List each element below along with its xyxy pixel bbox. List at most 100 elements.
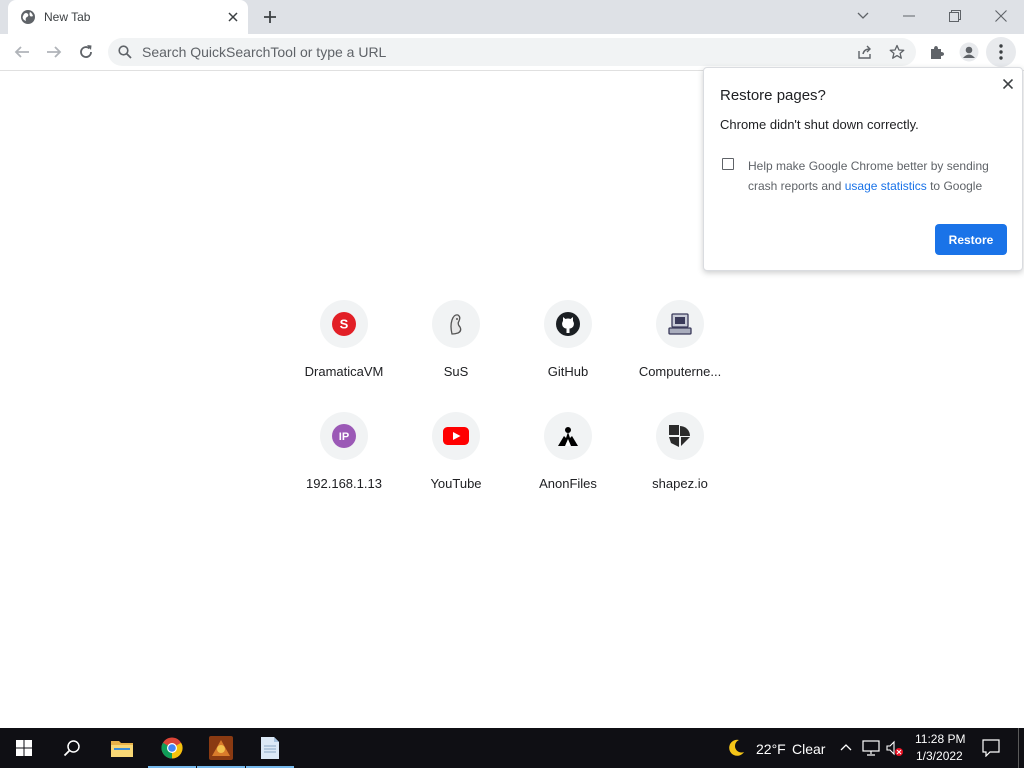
tab-new-tab[interactable]: New Tab [8,0,248,34]
close-icon [1003,79,1013,89]
github-icon [556,312,580,336]
shortcut-label: YouTube [430,476,482,491]
person-icon [959,42,979,62]
ip-letter-icon: IP [332,424,356,448]
close-window-button[interactable] [985,2,1017,30]
restore-button[interactable]: Restore [935,224,1007,255]
plus-icon [264,11,276,23]
crash-reports-text-end: to Google [926,179,983,193]
clock-date[interactable]: 1/3/2022 [916,749,963,763]
taskbar: 22°F Clear 11:28 PM 1/3/2022 [0,728,1024,768]
shortcut-anonfiles[interactable]: AnonFiles [512,412,624,512]
shortcut-youtube[interactable]: YouTube [400,412,512,512]
new-tab-button[interactable] [258,6,282,28]
taskbar-notepad[interactable] [246,728,294,768]
kebab-menu-icon [999,44,1003,60]
shortcut-shapez[interactable]: shapez.io [624,412,736,512]
youtube-icon [443,427,469,445]
restore-window-button[interactable] [939,2,971,30]
shortcut-label: AnonFiles [539,476,597,491]
restore-window-icon [949,10,961,22]
arrow-right-icon [47,46,62,58]
file-explorer-icon [111,741,133,757]
shortcut-label: Computerne... [638,364,722,379]
computer-icon [668,313,692,335]
restore-pages-dialog: Restore pages? Chrome didn't shut down c… [703,67,1023,271]
start-button[interactable] [0,728,48,768]
moon-icon [729,739,744,756]
shortcut-icon-container [656,300,704,348]
shortcut-icon-container [656,412,704,460]
shortcut-icon-container [432,300,480,348]
shortcut-label: SuS [443,364,469,379]
arrow-left-icon [14,46,29,58]
chrome-icon [161,737,183,759]
shortcut-computerne[interactable]: Computerne... [624,300,736,400]
star-icon [889,44,905,59]
dialog-message: Chrome didn't shut down correctly. [720,117,919,132]
shortcut-github[interactable]: GitHub [512,300,624,400]
shortcut-sus[interactable]: SuS [400,300,512,400]
shortcut-icon-container [544,412,592,460]
omnibox[interactable] [108,38,916,66]
ghost-icon [450,314,462,335]
globe-icon [21,10,35,24]
notepad-icon [261,737,279,759]
share-icon [858,45,871,59]
minimize-button[interactable] [893,2,925,30]
crash-reports-checkbox[interactable] [722,158,734,170]
reload-button[interactable] [71,37,101,67]
taskbar-file-explorer[interactable] [98,728,146,768]
shortcut-label: GitHub [547,364,589,379]
chevron-down-icon [857,12,869,19]
search-icon [118,45,132,59]
s-letter-icon: S [332,312,356,336]
reload-icon [80,45,92,58]
shortcut-label: DramaticaVM [304,364,384,379]
shortcut-icon-container [432,412,480,460]
shortcut-icon-container: S [320,300,368,348]
shortcut-label: 192.168.1.13 [306,476,382,491]
bookmark-button[interactable] [882,37,912,67]
forward-button[interactable] [39,37,69,67]
speaker-muted-icon[interactable] [886,740,904,758]
anon-icon [558,427,578,446]
tab-close-button[interactable] [224,8,242,26]
tab-strip: New Tab [0,0,1024,34]
search-icon [63,740,80,757]
close-icon [228,12,238,22]
weather-temperature[interactable]: 22°F [756,741,786,757]
shortcut-dramaticavm[interactable]: S DramaticaVM [288,300,400,400]
extensions-button[interactable] [922,37,952,67]
start-icon [16,740,32,756]
chevron-up-icon[interactable] [840,742,852,752]
minimize-icon [903,15,915,17]
taskbar-game-app[interactable] [197,728,245,768]
taskbar-search-button[interactable] [48,728,96,768]
dialog-close-button[interactable] [998,74,1018,94]
shortcut-icon-container [544,300,592,348]
menu-button[interactable] [986,37,1016,67]
omnibox-input[interactable] [142,38,822,66]
usage-statistics-link[interactable]: usage statistics [845,179,927,193]
shortcut-label: shapez.io [652,476,708,491]
shapez-icon [669,425,690,447]
clock-time[interactable]: 11:28 PM [915,732,965,746]
game-app-icon [209,736,233,760]
svg-text:S: S [340,317,349,332]
tab-search-button[interactable] [847,2,879,30]
share-button[interactable] [850,37,880,67]
taskbar-chrome[interactable] [148,728,196,768]
profile-button[interactable] [954,37,984,67]
tab-title: New Tab [44,10,91,24]
notification-icon[interactable] [982,739,1000,757]
dialog-title: Restore pages? [720,87,826,104]
crash-reports-label: Help make Google Chrome better by sendin… [748,156,1010,196]
show-desktop-button[interactable] [1018,728,1019,768]
back-button[interactable] [7,37,37,67]
browser-toolbar [0,34,1024,71]
weather-condition[interactable]: Clear [792,741,825,757]
network-icon[interactable] [862,740,880,756]
svg-text:IP: IP [339,431,349,443]
shortcut-192-168-1-13[interactable]: IP 192.168.1.13 [288,412,400,512]
